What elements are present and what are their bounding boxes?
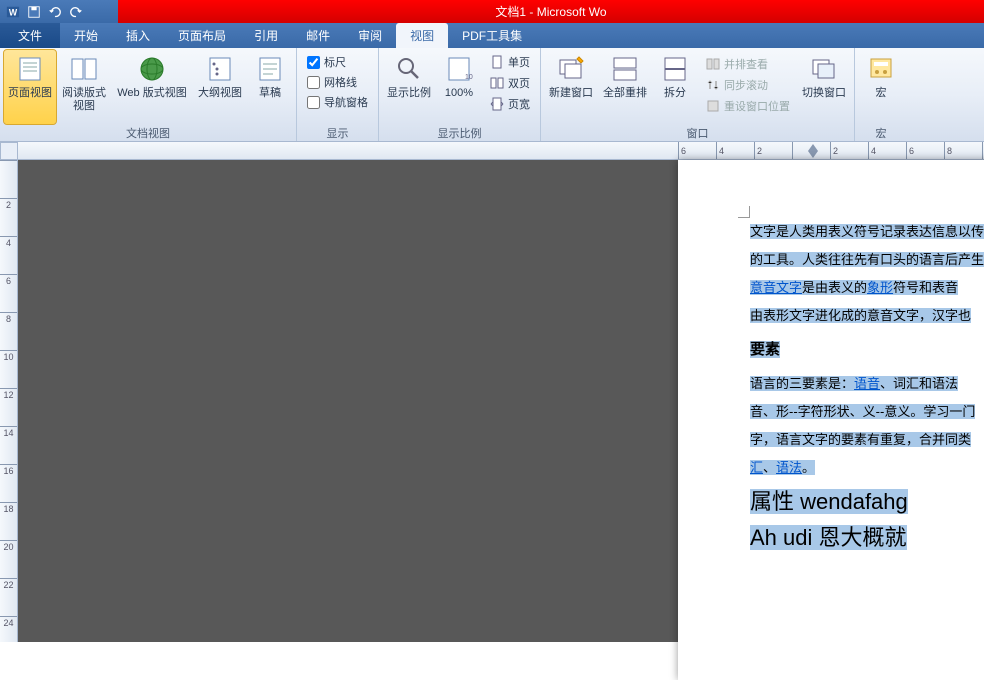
arrange-all-icon <box>609 53 641 85</box>
editor-area: 64224681012141618 2468101214161820222426… <box>0 142 984 642</box>
sync-scroll-button: 同步滚动 <box>701 75 794 95</box>
undo-icon[interactable] <box>46 3 64 21</box>
title-bar: W 文档1 - Microsoft Wo <box>0 0 984 23</box>
new-window-button[interactable]: 新建窗口 <box>545 50 597 124</box>
zoom-100-icon: 100 <box>443 53 475 85</box>
grid-checkbox[interactable]: 网格线 <box>307 74 368 90</box>
web-view-button[interactable]: Web 版式视图 <box>112 50 192 124</box>
reset-window-icon <box>705 98 721 114</box>
zoom-icon <box>393 53 425 85</box>
split-button[interactable]: 拆分 <box>653 50 697 124</box>
save-icon[interactable] <box>25 3 43 21</box>
ruler-checkbox[interactable]: 标尺 <box>307 54 368 70</box>
two-page-button[interactable]: 双页 <box>485 73 534 93</box>
read-view-button[interactable]: 阅读版式 视图 <box>58 50 110 124</box>
draft-button[interactable]: 草稿 <box>248 50 292 124</box>
page-view-icon <box>14 53 46 85</box>
reset-window-button: 重设窗口位置 <box>701 96 794 116</box>
svg-text:100: 100 <box>465 74 473 81</box>
macros-button[interactable]: 宏 <box>859 50 903 124</box>
ruler-corner[interactable] <box>0 142 18 160</box>
split-icon <box>659 53 691 85</box>
switch-window-icon <box>808 53 840 85</box>
word-icon[interactable]: W <box>4 3 22 21</box>
new-window-icon <box>555 53 587 85</box>
sync-scroll-icon <box>705 77 721 93</box>
ribbon-tabs: 文件 开始 插入 页面布局 引用 邮件 审阅 视图 PDF工具集 <box>0 23 984 48</box>
link-yufa[interactable]: 语法 <box>776 460 802 475</box>
tab-pdf[interactable]: PDF工具集 <box>448 23 536 48</box>
group-macros: 宏 宏 <box>855 48 907 141</box>
group-views: 页面视图 阅读版式 视图 Web 版式视图 大纲视图 草稿 文档视图 <box>0 48 297 141</box>
tab-references[interactable]: 引用 <box>240 23 292 48</box>
web-view-icon <box>136 53 168 85</box>
ribbon: 页面视图 阅读版式 视图 Web 版式视图 大纲视图 草稿 文档视图 <box>0 48 984 142</box>
tab-review[interactable]: 审阅 <box>344 23 396 48</box>
macros-icon <box>865 53 897 85</box>
read-view-icon <box>68 53 100 85</box>
group-show: 标尺 网格线 导航窗格 显示 <box>297 48 379 141</box>
vertical-ruler[interactable]: 246810121416182022242628 <box>0 160 18 642</box>
document-content[interactable]: 文字是人类用表义符号记录表达信息以传之久 的工具。人类往往先有口头的语言后产生书… <box>678 160 984 552</box>
redo-icon[interactable] <box>67 3 85 21</box>
zoom-100-button[interactable]: 100 100% <box>437 50 481 124</box>
side-by-side-button: 并排查看 <box>701 54 794 74</box>
horizontal-ruler[interactable]: 64224681012141618 <box>18 142 984 160</box>
outline-view-icon <box>204 53 236 85</box>
page-view-button[interactable]: 页面视图 <box>4 50 56 124</box>
margin-mark <box>738 206 750 218</box>
side-by-side-icon <box>705 56 721 72</box>
svg-text:W: W <box>9 7 18 17</box>
window-title: 文档1 - Microsoft Wo <box>118 3 984 20</box>
link-yuyin[interactable]: 语音 <box>854 376 880 391</box>
group-zoom: 显示比例 100 100% 单页 双页 页宽 显示比例 <box>379 48 541 141</box>
one-page-icon <box>489 54 505 70</box>
nav-checkbox[interactable]: 导航窗格 <box>307 94 368 110</box>
indent-marker-top[interactable] <box>808 144 818 151</box>
group-window: 新建窗口 全部重排 拆分 并排查看 同步滚动 重设窗口位置 切换窗口 窗口 <box>541 48 855 141</box>
two-page-icon <box>489 75 505 91</box>
draft-icon <box>254 53 286 85</box>
switch-window-button[interactable]: 切换窗口 <box>798 50 850 124</box>
link-yiyin[interactable]: 意音文字 <box>750 280 802 295</box>
one-page-button[interactable]: 单页 <box>485 52 534 72</box>
link-xiangxing[interactable]: 象形 <box>867 280 893 295</box>
tab-insert[interactable]: 插入 <box>112 23 164 48</box>
quick-access-toolbar: W <box>0 0 118 23</box>
document-page[interactable]: 文字是人类用表义符号记录表达信息以传之久 的工具。人类往往先有口头的语言后产生书… <box>678 160 984 680</box>
tab-mail[interactable]: 邮件 <box>292 23 344 48</box>
outline-view-button[interactable]: 大纲视图 <box>194 50 246 124</box>
tab-home[interactable]: 开始 <box>60 23 112 48</box>
arrange-all-button[interactable]: 全部重排 <box>599 50 651 124</box>
indent-marker-bottom[interactable] <box>808 151 818 158</box>
zoom-button[interactable]: 显示比例 <box>383 50 435 124</box>
tab-file[interactable]: 文件 <box>0 23 60 48</box>
link-hui[interactable]: 汇 <box>750 460 763 475</box>
page-width-icon <box>489 96 505 112</box>
tab-view[interactable]: 视图 <box>396 23 448 48</box>
page-width-button[interactable]: 页宽 <box>485 94 534 114</box>
tab-layout[interactable]: 页面布局 <box>164 23 240 48</box>
